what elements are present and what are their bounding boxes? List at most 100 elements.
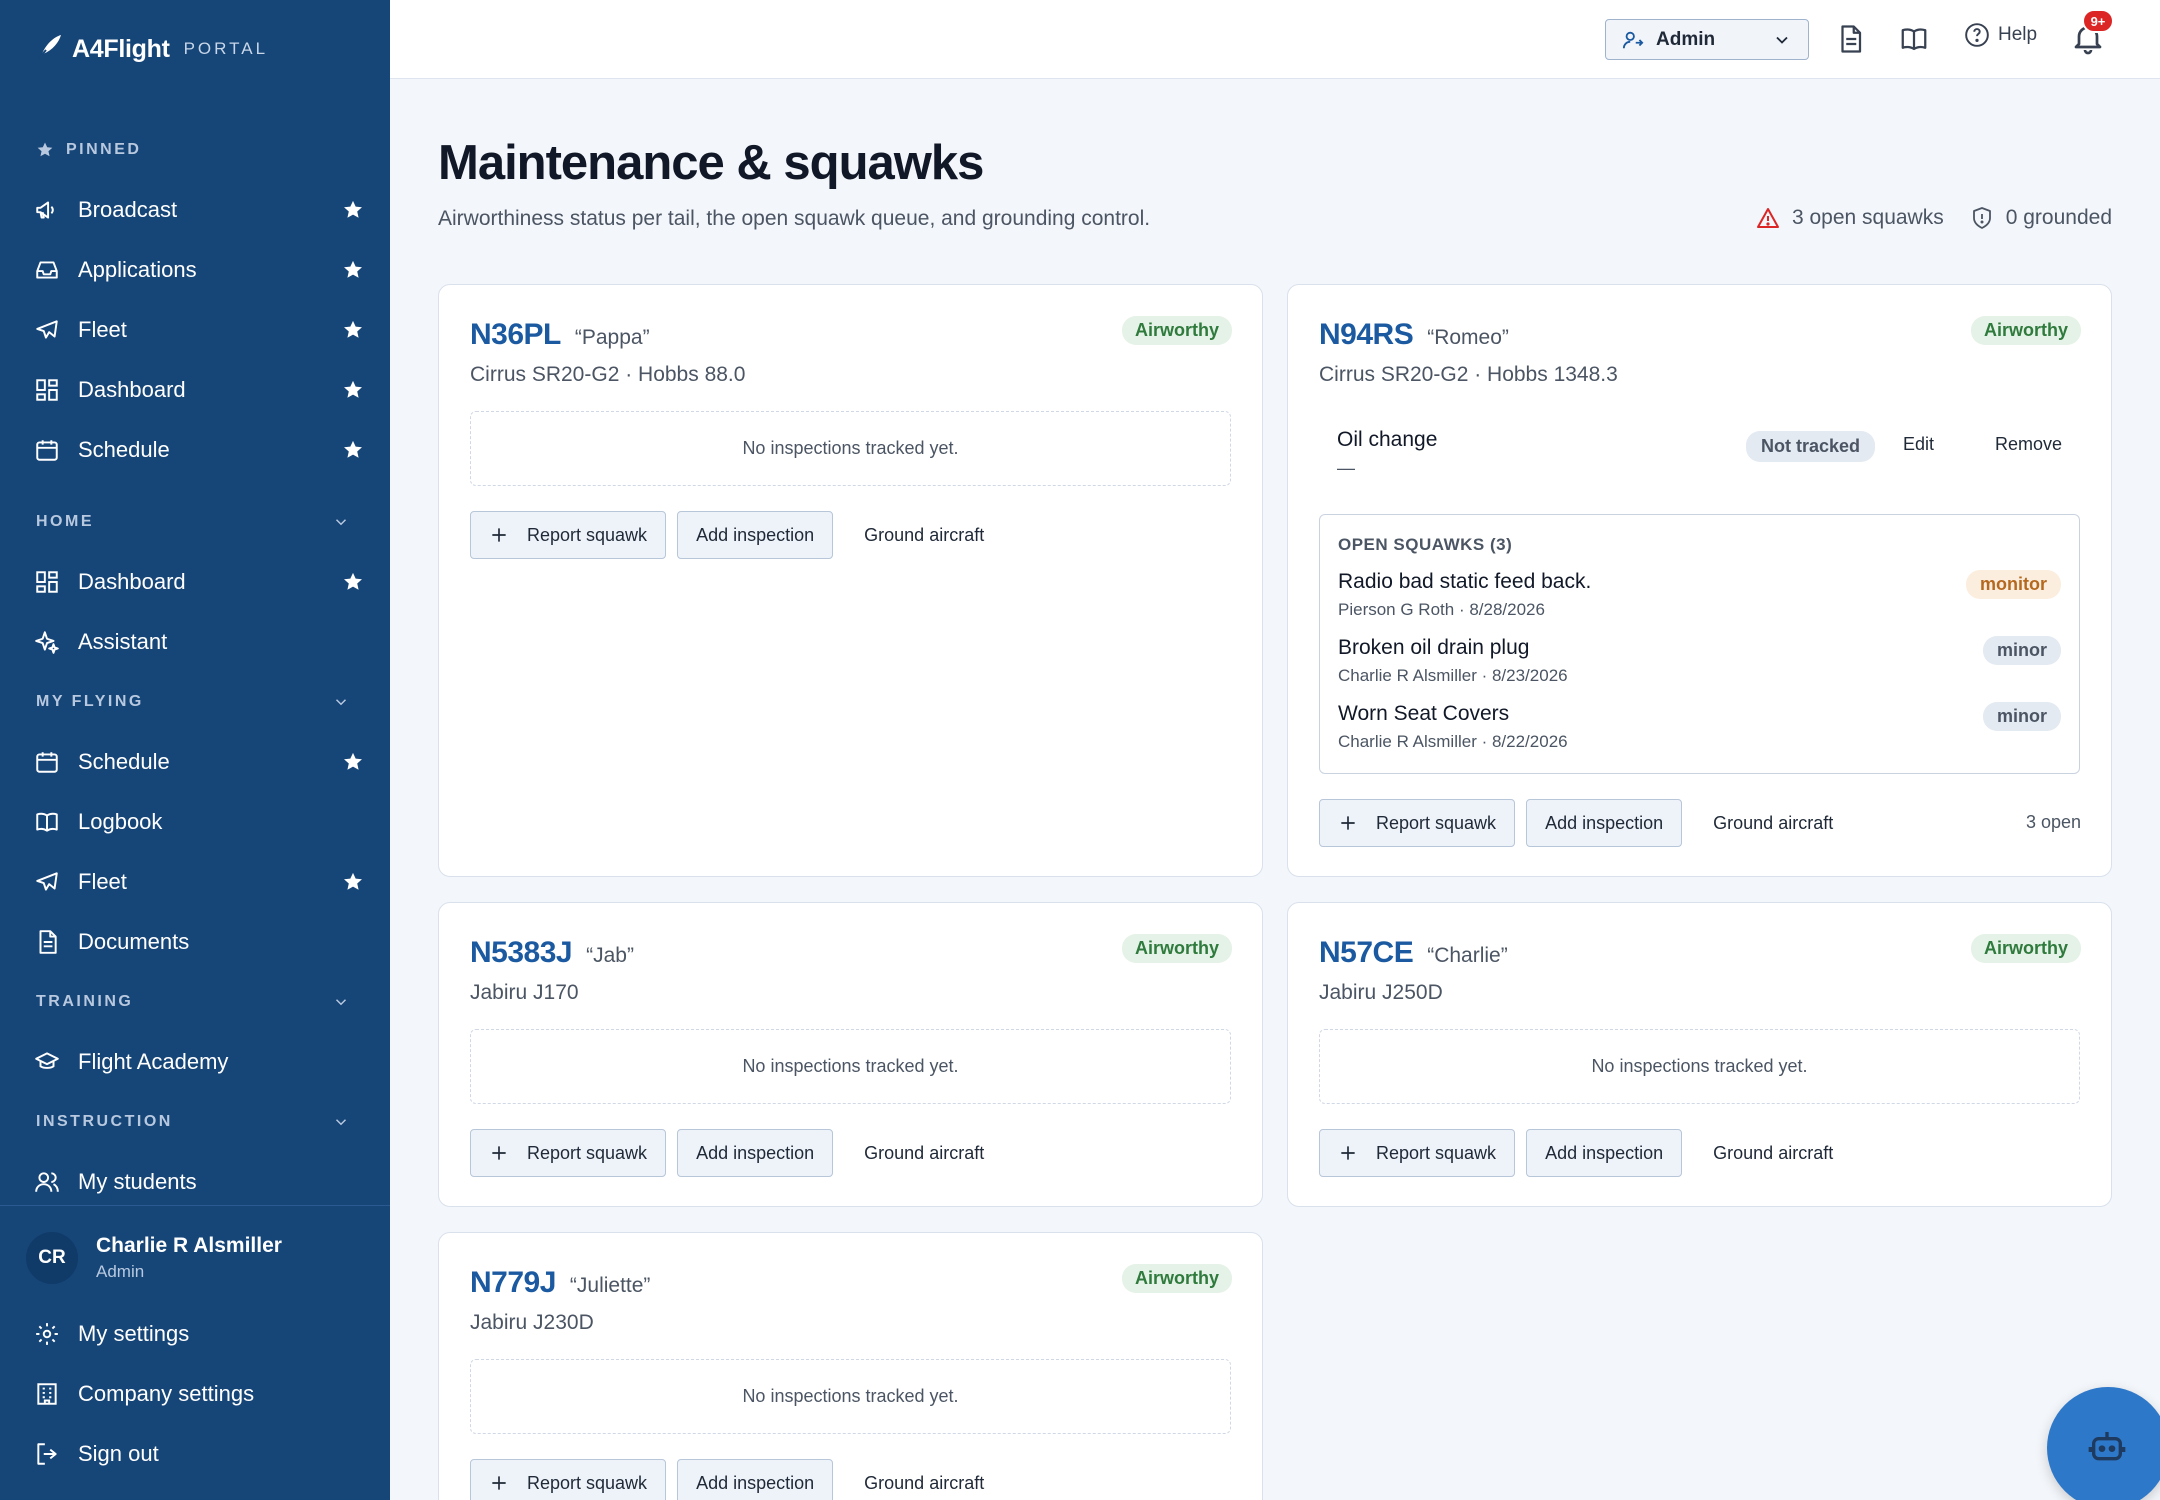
report-squawk-button[interactable]: Report squawk	[470, 1129, 667, 1177]
link-label: My settings	[78, 1321, 190, 1346]
sidebar-item-label: Schedule	[78, 749, 170, 774]
aircraft-model: Jabiru J230D	[470, 1311, 594, 1334]
tail-number[interactable]: N36PL	[470, 318, 561, 352]
book-icon[interactable]	[1899, 24, 1929, 54]
sidebar-item-label: Assistant	[78, 629, 168, 654]
button-label: Report squawk	[527, 1142, 648, 1163]
section-my-flying[interactable]: MY FLYING	[0, 672, 390, 732]
star-icon[interactable]	[342, 199, 364, 221]
sidebar-item-schedule-flying[interactable]: Schedule	[0, 732, 390, 792]
edit-inspection-button[interactable]: Edit	[1903, 434, 1934, 455]
sidebar-item-schedule[interactable]: Schedule	[0, 420, 390, 480]
button-label: Add inspection	[696, 1472, 815, 1493]
tail-nickname: “Pappa”	[574, 326, 650, 349]
sidebar-item-label: Broadcast	[78, 197, 178, 222]
star-icon[interactable]	[342, 571, 364, 593]
sidebar: A4Flight PORTAL PINNED Broadcast Applica…	[0, 0, 390, 1500]
brand-logo[interactable]: A4Flight PORTAL	[30, 30, 268, 68]
squawk-item[interactable]: Worn Seat Covers Charlie R Alsmiller · 8…	[1338, 702, 2061, 762]
button-label: Add inspection	[696, 524, 815, 545]
ground-aircraft-button[interactable]: Ground aircraft	[864, 525, 984, 546]
sidebar-item-fleet[interactable]: Fleet	[0, 300, 390, 360]
help-button[interactable]: Help	[1964, 22, 2037, 48]
star-icon[interactable]	[342, 871, 364, 893]
add-inspection-button[interactable]: Add inspection	[1526, 1129, 1683, 1177]
report-squawk-button[interactable]: Report squawk	[470, 1459, 667, 1500]
tail-number[interactable]: N779J	[470, 1266, 556, 1300]
avatar: CR	[26, 1232, 78, 1284]
company-settings-link[interactable]: Company settings	[0, 1364, 390, 1424]
status-badge: Airworthy	[1121, 316, 1232, 345]
ground-aircraft-button[interactable]: Ground aircraft	[1713, 813, 1833, 834]
sidebar-item-dashboard[interactable]: Dashboard	[0, 360, 390, 420]
ground-aircraft-button[interactable]: Ground aircraft	[864, 1143, 984, 1164]
sidebar-item-my-students[interactable]: My students	[0, 1152, 390, 1205]
squawk-item[interactable]: Broken oil drain plug Charlie R Alsmille…	[1338, 636, 2061, 696]
plane-icon	[36, 320, 58, 339]
aircraft-card: N5383J “Jab” Jabiru J170 Airworthy No in…	[438, 902, 1263, 1207]
document-icon[interactable]	[1835, 24, 1865, 54]
squawk-title: Broken oil drain plug	[1338, 636, 1530, 659]
section-home[interactable]: HOME	[0, 492, 390, 552]
tail-number[interactable]: N94RS	[1319, 318, 1414, 352]
button-label: Report squawk	[527, 524, 648, 545]
shield-alert-icon	[1972, 207, 1991, 229]
building-icon	[37, 1383, 57, 1405]
report-squawk-button[interactable]: Report squawk	[1319, 799, 1516, 847]
button-label: Report squawk	[1376, 812, 1497, 833]
card-actions: Report squawk Add inspection Ground airc…	[470, 1129, 984, 1177]
card-actions: Report squawk Add inspection Ground airc…	[470, 511, 984, 559]
user-profile[interactable]: CR Charlie R Alsmiller Admin	[0, 1206, 390, 1284]
tail-nickname: “Romeo”	[1427, 326, 1509, 349]
my-settings-link[interactable]: My settings	[0, 1304, 390, 1364]
sidebar-item-logbook[interactable]: Logbook	[0, 792, 390, 852]
ground-aircraft-button[interactable]: Ground aircraft	[864, 1473, 984, 1494]
gear-icon	[36, 1323, 58, 1345]
sign-out-link[interactable]: Sign out	[0, 1424, 390, 1484]
status-badge: Airworthy	[1970, 316, 2081, 345]
tail-nickname: “Juliette”	[569, 1274, 651, 1297]
sidebar-item-dashboard-home[interactable]: Dashboard	[0, 552, 390, 612]
sidebar-item-applications[interactable]: Applications	[0, 240, 390, 300]
remove-inspection-button[interactable]: Remove	[1995, 434, 2062, 455]
star-icon[interactable]	[342, 319, 364, 341]
tail-number[interactable]: N57CE	[1319, 936, 1414, 970]
assistant-fab[interactable]	[2047, 1387, 2160, 1500]
sidebar-item-broadcast[interactable]: Broadcast	[0, 180, 390, 240]
dashboard-icon	[36, 379, 58, 401]
star-icon[interactable]	[342, 379, 364, 401]
report-squawk-button[interactable]: Report squawk	[1319, 1129, 1516, 1177]
link-label: Sign out	[78, 1441, 159, 1466]
add-inspection-button[interactable]: Add inspection	[677, 511, 834, 559]
plus-icon	[1341, 816, 1355, 830]
star-icon[interactable]	[342, 439, 364, 461]
chevron-down-icon	[1776, 36, 1788, 44]
warning-triangle-icon	[1756, 208, 1779, 228]
plus-icon	[492, 1146, 506, 1160]
role-select[interactable]: Admin	[1605, 19, 1809, 60]
ground-aircraft-button[interactable]: Ground aircraft	[1713, 1143, 1833, 1164]
report-squawk-button[interactable]: Report squawk	[470, 511, 667, 559]
star-icon[interactable]	[342, 259, 364, 281]
sidebar-item-flight-academy[interactable]: Flight Academy	[0, 1032, 390, 1092]
sidebar-item-assistant[interactable]: Assistant	[0, 612, 390, 672]
star-icon[interactable]	[342, 751, 364, 773]
button-label: Add inspection	[1545, 812, 1664, 833]
section-instruction[interactable]: INSTRUCTION	[0, 1092, 390, 1152]
open-squawks-header: OPEN SQUAWKS (3)	[1338, 535, 1513, 554]
sidebar-item-fleet-flying[interactable]: Fleet	[0, 852, 390, 912]
button-label: Report squawk	[1376, 1142, 1497, 1163]
squawk-item[interactable]: Radio bad static feed back. Pierson G Ro…	[1338, 570, 2061, 630]
sidebar-item-documents[interactable]: Documents	[0, 912, 390, 972]
section-training[interactable]: TRAINING	[0, 972, 390, 1032]
squawk-meta: Charlie R Alsmiller · 8/23/2026	[1338, 666, 1568, 685]
open-squawks-count: 3 open squawks	[1791, 206, 1944, 229]
tail-number[interactable]: N5383J	[470, 936, 573, 970]
add-inspection-button[interactable]: Add inspection	[677, 1459, 834, 1500]
severity-badge: minor	[1982, 636, 2061, 665]
graduation-cap-icon	[35, 1052, 59, 1069]
robot-icon	[2088, 1432, 2126, 1461]
help-circle-icon	[1965, 23, 1989, 47]
add-inspection-button[interactable]: Add inspection	[677, 1129, 834, 1177]
add-inspection-button[interactable]: Add inspection	[1526, 799, 1683, 847]
